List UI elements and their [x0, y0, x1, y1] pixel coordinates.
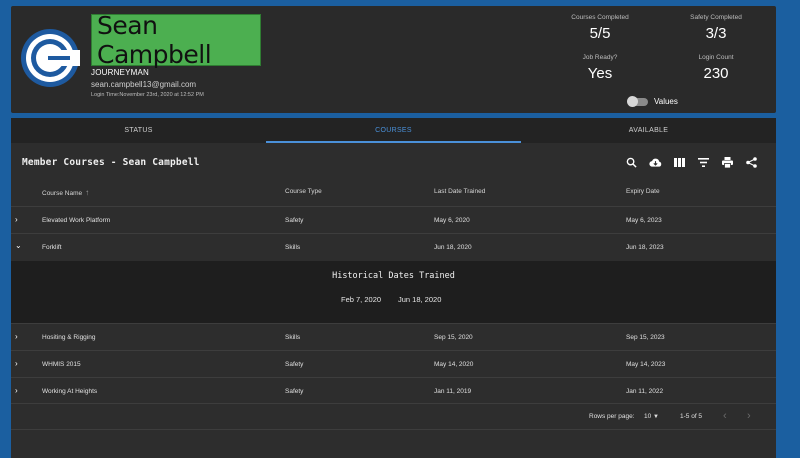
chevron-right-icon[interactable]: › — [15, 332, 18, 341]
chevron-right-icon[interactable]: › — [15, 386, 18, 395]
login-time: Login Time:November 23rd, 2020 at 12:52 … — [91, 92, 204, 98]
expiry-date-cell: Sep 15, 2023 — [626, 334, 665, 341]
job-ready-label: Job Ready? — [582, 54, 618, 61]
course-type-cell: Safety — [285, 217, 304, 224]
member-name: Sean Campbell — [97, 11, 212, 69]
divider — [11, 429, 776, 430]
historical-date: Jun 18, 2020 — [398, 295, 442, 304]
safety-completed-stat: Safety Completed 3/3 — [671, 14, 761, 42]
sort-arrow-icon[interactable]: ↑ — [85, 188, 89, 197]
pagination-bar: Rows per page: 10 ▼ 1-5 of 5 ‹ › — [11, 403, 776, 429]
toggle-knob[interactable] — [627, 96, 638, 107]
column-header-course-name[interactable]: Course Name ↑ — [42, 188, 89, 197]
login-count-stat: Login Count 230 — [671, 54, 761, 82]
course-name-cell: Working At Heights — [42, 388, 98, 395]
table-title: Member Courses - Sean Campbell — [22, 157, 200, 168]
courses-completed-stat: Courses Completed 5/5 — [555, 14, 645, 42]
column-header-last-date[interactable]: Last Date Trained — [434, 188, 485, 195]
table-row[interactable]: › WHMIS 2015 Safety May 14, 2020 May 14,… — [11, 350, 776, 378]
last-date-cell: May 14, 2020 — [434, 361, 474, 368]
table-row[interactable]: › Working At Heights Safety Jan 11, 2019… — [11, 377, 776, 404]
rows-per-page-label: Rows per page: — [589, 413, 635, 420]
member-rank: JOURNEYMAN — [91, 68, 150, 77]
dropdown-arrow-icon: ▼ — [653, 414, 659, 420]
last-date-cell: Sep 15, 2020 — [434, 334, 473, 341]
courses-completed-label: Courses Completed — [571, 14, 629, 21]
next-page-icon[interactable]: › — [747, 410, 751, 422]
table-row[interactable]: ⌄ Forklift Skills Jun 18, 2020 Jun 18, 2… — [11, 233, 776, 261]
login-count-value: 230 — [703, 65, 729, 82]
rows-per-page-select[interactable]: 10 ▼ — [644, 413, 659, 420]
expiry-date-cell: Jan 11, 2022 — [626, 388, 664, 395]
page-range: 1-5 of 5 — [680, 413, 703, 420]
course-type-cell: Safety — [285, 361, 304, 368]
last-date-cell: Jan 11, 2019 — [434, 388, 472, 395]
last-date-cell: Jun 18, 2020 — [434, 244, 472, 251]
tab-courses[interactable]: COURSES — [266, 118, 521, 143]
values-toggle-label: Values — [654, 97, 678, 106]
table-row[interactable]: › Elevated Work Platform Safety May 6, 2… — [11, 206, 776, 234]
tab-available[interactable]: AVAILABLE — [521, 118, 776, 143]
safety-completed-value: 3/3 — [705, 25, 727, 42]
profile-header: Sean Campbell JOURNEYMAN sean.campbell13… — [11, 6, 776, 113]
expiry-date-cell: May 6, 2023 — [626, 217, 662, 224]
login-count-label: Login Count — [698, 54, 734, 61]
prev-page-icon[interactable]: ‹ — [723, 410, 727, 422]
view-column-icon[interactable] — [672, 155, 686, 169]
course-name-cell: WHMIS 2015 — [42, 361, 81, 368]
rows-per-page-value: 10 — [644, 413, 652, 420]
course-name-cell: Hositing & Rigging — [42, 334, 96, 341]
safety-completed-label: Safety Completed — [690, 14, 742, 21]
share-icon[interactable] — [744, 155, 758, 169]
historical-date: Feb 7, 2020 — [341, 295, 382, 304]
course-type-cell: Safety — [285, 388, 304, 395]
values-toggle[interactable] — [627, 96, 648, 107]
course-name-cell: Forklift — [42, 244, 62, 251]
chevron-down-icon[interactable]: ⌄ — [15, 241, 22, 250]
chevron-right-icon[interactable]: › — [15, 359, 18, 368]
member-name-highlight: Sean Campbell — [91, 11, 261, 69]
job-ready-stat: Job Ready? Yes — [555, 54, 645, 82]
table-row[interactable]: › Hositing & Rigging Skills Sep 15, 2020… — [11, 323, 776, 351]
company-logo — [21, 29, 80, 87]
column-header-course-type[interactable]: Course Type — [285, 188, 322, 195]
job-ready-value: Yes — [587, 65, 613, 82]
last-date-cell: May 6, 2020 — [434, 217, 470, 224]
courses-completed-value: 5/5 — [589, 25, 611, 42]
print-icon[interactable] — [720, 155, 734, 169]
column-label-course-name: Course Name — [42, 190, 83, 197]
expiry-date-cell: Jun 18, 2023 — [626, 244, 664, 251]
course-type-cell: Skills — [285, 244, 301, 251]
column-header-expiry[interactable]: Expiry Date — [626, 188, 660, 195]
course-name-cell: Elevated Work Platform — [42, 217, 111, 224]
filter-icon[interactable] — [696, 155, 710, 169]
chevron-right-icon[interactable]: › — [15, 215, 18, 224]
tab-bar: STATUS COURSES AVAILABLE — [11, 118, 776, 143]
expiry-date-cell: May 14, 2023 — [626, 361, 666, 368]
tab-status[interactable]: STATUS — [11, 118, 266, 143]
course-type-cell: Skills — [285, 334, 301, 341]
cloud-download-icon[interactable] — [648, 155, 662, 169]
search-icon[interactable] — [624, 155, 638, 169]
historical-dates-panel: Historical Dates Trained Feb 7, 2020 Jun… — [11, 261, 776, 323]
member-email: sean.campbell13@gmail.com — [91, 80, 197, 89]
courses-panel: STATUS COURSES AVAILABLE Member Courses … — [11, 118, 776, 458]
historical-dates-title: Historical Dates Trained — [332, 271, 455, 281]
